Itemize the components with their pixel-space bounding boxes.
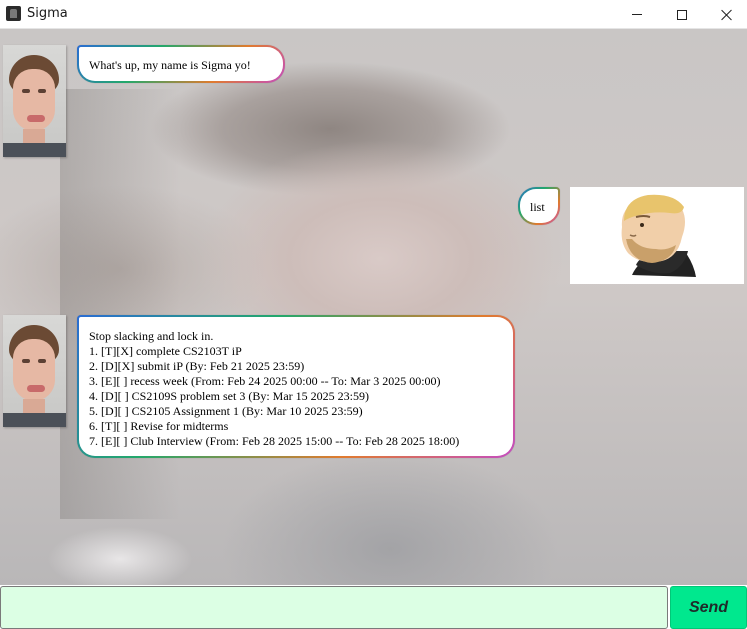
window-title: Sigma xyxy=(27,6,68,21)
close-icon xyxy=(721,9,733,21)
task-item: 3. [E][ ] recess week (From: Feb 24 2025… xyxy=(89,374,441,388)
chat-scroll-area[interactable]: What's up, my name is Sigma yo! list Sto… xyxy=(0,29,747,585)
minimize-button[interactable] xyxy=(614,0,660,29)
user-message-bubble: list xyxy=(518,187,560,225)
app-icon xyxy=(6,6,21,21)
bot-message-bubble: What's up, my name is Sigma yo! xyxy=(77,45,285,83)
bot-avatar xyxy=(3,315,66,427)
user-avatar xyxy=(570,187,744,284)
message-text: list xyxy=(530,200,545,214)
message-input[interactable] xyxy=(0,586,668,629)
task-item: 2. [D][X] submit iP (By: Feb 21 2025 23:… xyxy=(89,359,305,373)
close-button[interactable] xyxy=(704,0,747,29)
task-item: 1. [T][X] complete CS2103T iP xyxy=(89,344,242,358)
message-text: What's up, my name is Sigma yo! xyxy=(89,58,251,72)
task-item: 5. [D][ ] CS2105 Assignment 1 (By: Mar 1… xyxy=(89,404,363,418)
input-row: Send xyxy=(0,585,747,629)
bot-avatar xyxy=(3,45,66,157)
maximize-icon xyxy=(677,9,687,20)
send-button[interactable]: Send xyxy=(670,586,747,629)
maximize-button[interactable] xyxy=(659,0,705,29)
chad-avatar-icon xyxy=(621,194,696,277)
task-item: 6. [T][ ] Revise for midterms xyxy=(89,419,229,433)
message-line: Stop slacking and lock in. xyxy=(89,329,214,343)
bot-message-bubble: Stop slacking and lock in. 1. [T][X] com… xyxy=(77,315,515,458)
minimize-icon xyxy=(632,14,642,15)
title-bar: Sigma xyxy=(0,0,747,29)
task-item: 7. [E][ ] Club Interview (From: Feb 28 2… xyxy=(89,434,460,448)
task-item: 4. [D][ ] CS2109S problem set 3 (By: Mar… xyxy=(89,389,369,403)
